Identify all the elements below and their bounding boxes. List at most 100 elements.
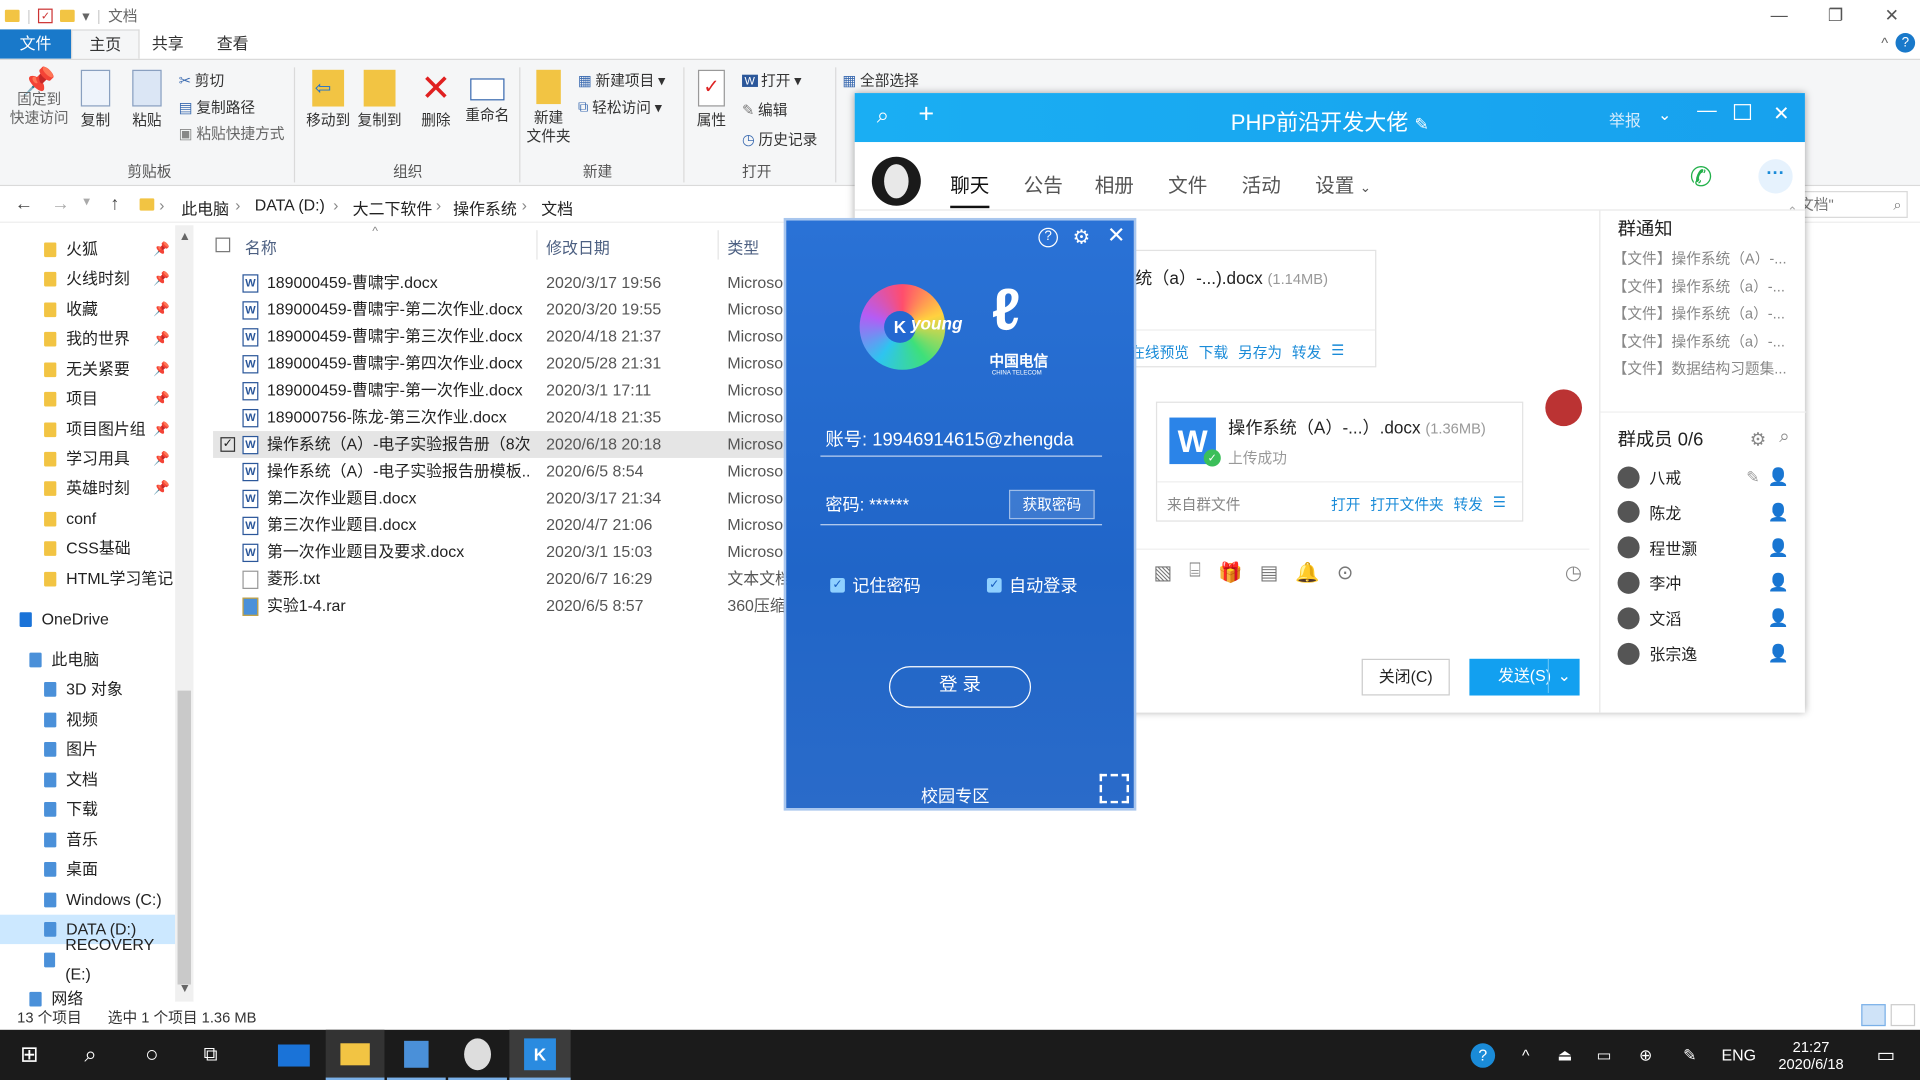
image-icon[interactable]: ▧ bbox=[1153, 561, 1172, 585]
more-icon[interactable]: ··· bbox=[1758, 159, 1793, 194]
file-row[interactable]: 实验1-4.rar 2020/6/5 8:57 360压缩 bbox=[213, 593, 789, 620]
file-row[interactable]: ✓ W 操作系统（A）-电子实验报告册（8次... 2020/6/18 20:18 Mi… bbox=[213, 431, 789, 458]
file-row[interactable]: W 第三次作业题目.docx 2020/4/7 21:06 Microso bbox=[213, 512, 789, 539]
sidebar-item-23[interactable]: RECOVERY (E:) bbox=[0, 936, 175, 983]
move-to-button[interactable]: ⇦ 移动到 bbox=[304, 69, 353, 130]
task-view-icon[interactable]: ⧉ bbox=[181, 1030, 240, 1080]
member-item[interactable]: 八戒 👤 ✎ bbox=[1617, 465, 1789, 488]
sender-avatar[interactable] bbox=[1545, 389, 1583, 427]
edit-member-icon[interactable]: ✎ bbox=[1746, 467, 1759, 487]
screenshot-icon[interactable]: ⌸ bbox=[1189, 561, 1201, 585]
breadcrumb-docs[interactable]: 文档 bbox=[541, 196, 573, 219]
large-icons-view-icon[interactable] bbox=[1890, 1004, 1916, 1027]
notice-item[interactable]: 【文件】操作系统（a）-... bbox=[1613, 302, 1785, 323]
tab-home[interactable]: 主页 bbox=[71, 29, 140, 59]
sidebar-item-14[interactable]: 3D 对象 bbox=[0, 675, 175, 704]
sidebar-item-2[interactable]: 收藏 📌 bbox=[0, 295, 175, 324]
sidebar-item-21[interactable]: Windows (C:) bbox=[0, 885, 175, 914]
member-item[interactable]: 文滔 👤 bbox=[1617, 606, 1789, 630]
forward-link[interactable]: 转发 bbox=[1454, 493, 1483, 514]
forward-arrow-icon[interactable]: → bbox=[51, 193, 69, 214]
notice-item[interactable]: 【文件】操作系统（A）-... bbox=[1613, 247, 1787, 268]
select-all-button[interactable]: ▦ 全部选择 bbox=[842, 70, 918, 91]
send-button[interactable]: 发送(S) ⌄ bbox=[1469, 658, 1580, 696]
sidebar-item-10[interactable]: CSS基础 bbox=[0, 534, 175, 563]
delete-button[interactable]: ✕ 删除 bbox=[416, 69, 455, 130]
close-button[interactable]: ✕ bbox=[1864, 0, 1920, 29]
bell-icon[interactable]: 🔔 bbox=[1295, 561, 1319, 585]
phone-icon[interactable]: ✆ bbox=[1690, 162, 1713, 194]
more-tools-icon[interactable]: ⊙ bbox=[1337, 561, 1353, 585]
pin-icon[interactable]: 📌 bbox=[153, 324, 170, 353]
scroll-up-icon[interactable]: ▲ bbox=[179, 230, 191, 243]
search-icon[interactable]: ⌕ bbox=[61, 1030, 120, 1080]
edit-button[interactable]: ✎ 编辑 bbox=[742, 99, 787, 120]
language-indicator[interactable]: ENG bbox=[1714, 1030, 1763, 1080]
open-link[interactable]: 打开 bbox=[1331, 493, 1360, 514]
sidebar-item-18[interactable]: 下载 bbox=[0, 795, 175, 824]
sidebar-item-20[interactable]: 桌面 bbox=[0, 855, 175, 884]
pin-icon[interactable]: 📌 bbox=[153, 264, 170, 293]
pin-quick-access-button[interactable]: 📌 固定到 快速访问 bbox=[7, 68, 71, 127]
row-checkbox[interactable]: ✓ bbox=[220, 437, 236, 452]
pin-icon[interactable]: 📌 bbox=[153, 235, 170, 264]
sidebar-item-16[interactable]: 图片 bbox=[0, 735, 175, 764]
minimize-button[interactable]: — bbox=[1751, 0, 1807, 29]
paste-shortcut-button[interactable]: ▣ 粘贴快捷方式 bbox=[179, 122, 285, 143]
sidebar-item-12[interactable]: OneDrive bbox=[0, 605, 175, 634]
recent-dropdown-icon[interactable]: ▾ bbox=[83, 193, 90, 210]
member-item[interactable]: 张宗逸 👤 bbox=[1617, 642, 1789, 665]
pin-icon[interactable]: 📌 bbox=[153, 355, 170, 384]
notice-item[interactable]: 【文件】操作系统（a）-... bbox=[1613, 275, 1785, 296]
new-item-button[interactable]: ▦ 新建项目 ▾ bbox=[578, 70, 665, 91]
pin-icon[interactable]: 📌 bbox=[153, 415, 170, 444]
breadcrumb-this-pc[interactable]: 此电脑 bbox=[181, 196, 229, 219]
chevron-up-icon[interactable]: ^ bbox=[1511, 1030, 1540, 1080]
member-item[interactable]: 李冲 👤 bbox=[1617, 571, 1789, 594]
file-message-2[interactable]: W ✓ 操作系统（A）-...）.docx (1.36MB) 上传成功 来自群文… bbox=[1155, 401, 1524, 522]
collapse-ribbon-icon[interactable]: ^ bbox=[1881, 34, 1888, 51]
new-folder-button[interactable]: 新建 文件夹 bbox=[524, 69, 573, 146]
file-row[interactable]: W 189000756-陈龙-第三次作业.docx 2020/4/18 21:35 M… bbox=[213, 404, 789, 431]
battery-icon[interactable]: ▭ bbox=[1587, 1030, 1621, 1080]
sidebar-item-11[interactable]: HTML学习笔记 bbox=[0, 564, 175, 593]
file-row[interactable]: W 189000459-曹啸宇-第一次作业.docx 2020/3/1 17:11 M… bbox=[213, 377, 789, 404]
close-chat-button[interactable]: 关闭(C) bbox=[1361, 658, 1450, 696]
file-row[interactable]: W 189000459-曹啸宇-第二次作业.docx 2020/3/20 19:55… bbox=[213, 296, 789, 323]
forward-link[interactable]: 转发 bbox=[1292, 342, 1321, 363]
file-row[interactable]: W 第二次作业题目.docx 2020/3/17 21:34 Microso bbox=[213, 485, 789, 512]
sidebar-item-8[interactable]: 英雄时刻 📌 bbox=[0, 474, 175, 503]
notice-item[interactable]: 【文件】数据结构习题集... bbox=[1613, 358, 1787, 379]
properties-qat-icon[interactable]: ✓ bbox=[38, 7, 53, 23]
file-row[interactable]: 菱形.txt 2020/6/7 16:29 文本文档 bbox=[213, 566, 789, 593]
paste-button[interactable]: 粘贴 bbox=[127, 69, 166, 130]
close-button[interactable]: ✕ bbox=[1773, 102, 1789, 126]
notice-item[interactable]: 【文件】操作系统（a）-... bbox=[1613, 330, 1785, 351]
file-row[interactable]: W 189000459-曹啸宇-第三次作业.docx 2020/4/18 21:37… bbox=[213, 323, 789, 350]
file-row[interactable]: W 189000459-曹啸宇-第四次作业.docx 2020/5/28 21:31… bbox=[213, 350, 789, 377]
file-row[interactable]: W 操作系统（A）-电子实验报告册模板.... 2020/6/5 8:54 Micro… bbox=[213, 458, 789, 485]
sidebar-item-13[interactable]: 此电脑 bbox=[0, 645, 175, 674]
open-folder-link[interactable]: 打开文件夹 bbox=[1370, 493, 1443, 514]
column-date[interactable]: 修改日期 bbox=[546, 235, 610, 258]
report-button[interactable]: 举报 bbox=[1609, 108, 1641, 131]
copy-to-button[interactable]: 复制到 bbox=[355, 69, 404, 130]
qq-taskbar-icon[interactable] bbox=[448, 1030, 507, 1080]
tab-share[interactable]: 共享 bbox=[135, 29, 201, 58]
telecom-taskbar-icon[interactable]: K bbox=[509, 1029, 571, 1080]
member-item[interactable]: 陈龙 👤 bbox=[1617, 501, 1789, 524]
download-link[interactable]: 下载 bbox=[1199, 342, 1228, 363]
details-view-icon[interactable] bbox=[1861, 1004, 1886, 1027]
sidebar-item-17[interactable]: 文档 bbox=[0, 765, 175, 794]
select-all-checkbox[interactable] bbox=[215, 237, 231, 253]
get-password-button[interactable]: 获取密码 bbox=[1008, 489, 1095, 520]
scroll-down-icon[interactable]: ▼ bbox=[179, 982, 191, 995]
file-row[interactable]: W 189000459-曹啸宇.docx 2020/3/17 19:56 Micros… bbox=[213, 269, 789, 296]
minimize-button[interactable]: — bbox=[1697, 100, 1717, 122]
sidebar-item-3[interactable]: 我的世界 📌 bbox=[0, 324, 175, 353]
usb-icon[interactable]: ⏏ bbox=[1548, 1030, 1582, 1080]
help-icon[interactable]: ? bbox=[1038, 227, 1058, 248]
chevron-down-icon[interactable]: ⌄ bbox=[1658, 105, 1671, 125]
easy-access-button[interactable]: ⧉ 轻松访问 ▾ bbox=[578, 97, 662, 118]
up-arrow-icon[interactable]: ↑ bbox=[110, 193, 119, 214]
